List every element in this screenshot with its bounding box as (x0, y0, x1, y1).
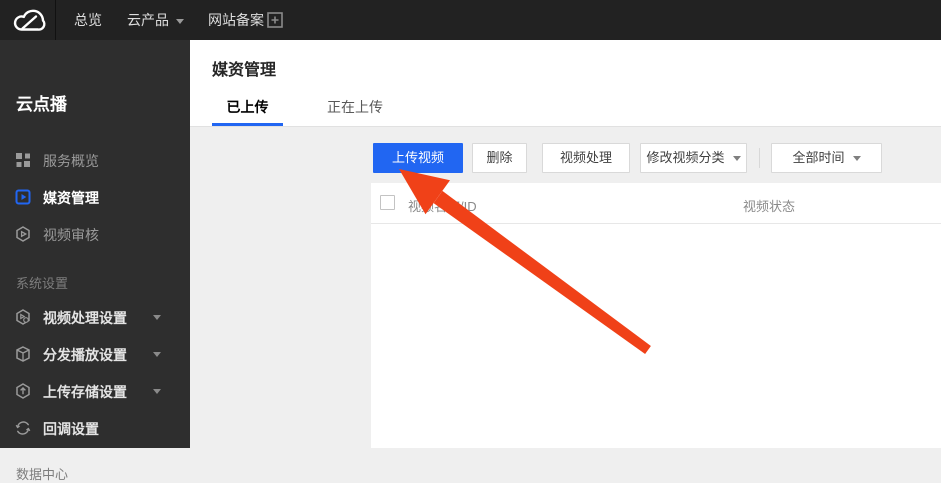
content-body: 上传视频 删除 视频处理 修改视频分类 全部时间 视频名称/ID 视频状态 (190, 127, 941, 448)
add-shortcut-icon[interactable] (267, 12, 283, 28)
shield-play-icon (16, 226, 30, 242)
column-header-video-status: 视频状态 (743, 199, 796, 214)
sidebar-item-media-management[interactable]: 媒资管理 (0, 185, 190, 209)
hexagon-upload-icon (16, 383, 30, 399)
chevron-down-icon (732, 156, 741, 162)
hexagon-gear-icon (16, 309, 30, 325)
topbar: 总览 云产品 网站备案 (0, 0, 941, 40)
tab-label: 已上传 (226, 99, 269, 115)
chevron-down-icon (153, 315, 161, 320)
sidebar-item-video-processing-settings[interactable]: 视频处理设置 (0, 305, 190, 329)
video-process-button[interactable]: 视频处理 (542, 143, 630, 173)
sidebar-item-label: 媒资管理 (43, 190, 99, 206)
callback-icon (15, 421, 31, 435)
chevron-down-icon (176, 18, 184, 24)
delete-button[interactable]: 删除 (472, 143, 527, 173)
tencent-cloud-logo-icon[interactable] (12, 7, 46, 33)
topbar-item-website-record[interactable]: 网站备案 (208, 0, 264, 40)
upload-video-button[interactable]: 上传视频 (373, 143, 463, 173)
time-filter-label: 全部时间 (792, 150, 845, 165)
column-header-video-name: 视频名称/ID (408, 199, 477, 214)
sidebar-item-label: 分发播放设置 (43, 347, 127, 363)
sidebar-item-service-overview[interactable]: 服务概览 (0, 148, 190, 172)
topbar-item-overview[interactable]: 总览 (74, 0, 102, 40)
tab-label: 正在上传 (327, 99, 383, 115)
play-square-icon (15, 189, 31, 205)
sidebar-item-label: 回调设置 (43, 421, 99, 437)
overview-label: 总览 (74, 12, 102, 28)
video-table: 视频名称/ID 视频状态 (371, 183, 941, 448)
grid-icon (16, 153, 30, 167)
select-all-checkbox[interactable] (380, 195, 395, 210)
chevron-down-icon (852, 156, 861, 162)
product-title: 云点播 (16, 95, 67, 114)
tab-uploaded[interactable]: 已上传 (212, 92, 283, 126)
modify-category-dropdown[interactable]: 修改视频分类 (640, 143, 747, 173)
sidebar-item-label: 视频处理设置 (43, 310, 127, 326)
content-header: 媒资管理 已上传 正在上传 (190, 40, 941, 127)
sidebar-item-label: 视频审核 (43, 227, 99, 243)
topbar-item-cloud-products[interactable]: 云产品 (127, 0, 184, 40)
sidebar-section-system-settings: 系统设置 (16, 276, 69, 291)
cloud-products-label: 云产品 (127, 12, 169, 28)
table-header-row: 视频名称/ID 视频状态 (371, 183, 941, 224)
modify-category-label: 修改视频分类 (646, 150, 725, 165)
sidebar-item-upload-storage-settings[interactable]: 上传存储设置 (0, 379, 190, 403)
sidebar-item-callback-settings[interactable]: 回调设置 (0, 416, 190, 440)
tab-uploading[interactable]: 正在上传 (310, 92, 400, 126)
chevron-down-icon (153, 389, 161, 394)
sidebar: 云点播 服务概览 媒资管理 视频审核 系统设置 视频处理设置 分发播放设置 上传… (0, 40, 190, 482)
website-record-label: 网站备案 (208, 12, 264, 28)
chevron-down-icon (153, 352, 161, 357)
topbar-divider (55, 0, 56, 40)
sidebar-item-label: 上传存储设置 (43, 384, 127, 400)
toolbar-divider (759, 148, 760, 168)
cube-icon (16, 346, 30, 362)
time-filter-dropdown[interactable]: 全部时间 (771, 143, 882, 173)
sidebar-item-video-review[interactable]: 视频审核 (0, 222, 190, 246)
sidebar-item-label: 服务概览 (43, 153, 99, 169)
page-title: 媒资管理 (212, 62, 277, 79)
sidebar-item-distribution-playback-settings[interactable]: 分发播放设置 (0, 342, 190, 366)
sidebar-section-data-center: 数据中心 (16, 467, 69, 482)
